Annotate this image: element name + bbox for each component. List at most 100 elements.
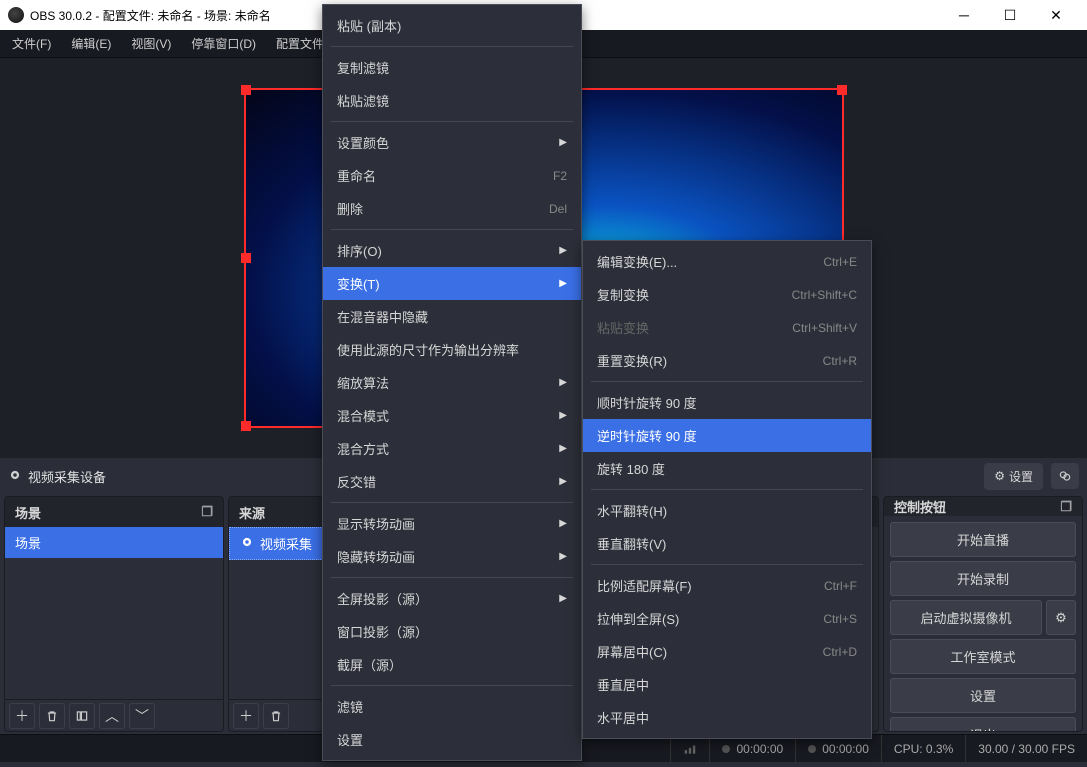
menu-item[interactable]: 使用此源的尺寸作为输出分辨率 [323,333,581,366]
menu-item-shortcut: Ctrl+R [823,354,857,368]
remove-scene-button[interactable] [39,703,65,729]
selected-source-label: 视频采集设备 [8,467,106,486]
close-button[interactable]: ✕ [1033,0,1079,30]
scene-filters-button[interactable] [69,703,95,729]
menu-item[interactable]: 比例适配屏幕(F)Ctrl+F [583,569,871,602]
menu-item[interactable]: 重置变换(R) Ctrl+R [583,344,871,377]
scene-down-button[interactable]: ﹀ [129,703,155,729]
popout-icon[interactable]: ❐ [201,504,213,520]
menu-item[interactable]: 滤镜 [323,690,581,723]
settings-button[interactable]: 设置 [890,678,1076,713]
submenu-arrow-icon: ▶ [559,518,567,529]
menu-item[interactable]: 窗口投影（源） [323,615,581,648]
menu-item[interactable]: 全屏投影（源）▶ [323,582,581,615]
menu-view[interactable]: 视图(V) [123,31,179,56]
resize-handle[interactable] [837,85,847,95]
menu-item-label: 复制滤镜 [337,58,567,77]
menu-item[interactable]: 屏幕居中(C)Ctrl+D [583,635,871,668]
menu-item[interactable]: 变换(T)▶ [323,267,581,300]
menu-item: 粘贴变换 Ctrl+Shift+V [583,311,871,344]
start-recording-button[interactable]: 开始录制 [890,561,1076,596]
menu-separator [331,685,573,686]
maximize-button[interactable]: ☐ [987,0,1033,30]
virtualcam-settings-button[interactable]: ⚙ [1046,600,1076,635]
menu-item[interactable]: 删除Del [323,192,581,225]
menu-item[interactable]: 顺时针旋转 90 度 [583,386,871,419]
source-properties-button[interactable]: ⚙ 设置 [984,463,1043,490]
menu-item-label: 重命名 [337,166,523,185]
menu-item[interactable]: 在混音器中隐藏 [323,300,581,333]
studio-mode-button[interactable]: 工作室模式 [890,639,1076,674]
menu-item[interactable]: 设置颜色▶ [323,126,581,159]
remove-source-button[interactable] [263,703,289,729]
add-source-button[interactable]: ＋ [233,703,259,729]
menu-item-label: 隐藏转场动画 [337,547,539,566]
menu-item[interactable]: 编辑变换(E)...Ctrl+E [583,245,871,278]
menu-item[interactable]: 逆时针旋转 90 度 [583,419,871,452]
controls-header[interactable]: 控制按钮 ❐ [884,497,1082,516]
menu-docks[interactable]: 停靠窗口(D) [183,31,264,56]
menu-item[interactable]: 复制滤镜 [323,51,581,84]
menu-item[interactable]: 拉伸到全屏(S)Ctrl+S [583,602,871,635]
menu-item[interactable]: 重命名F2 [323,159,581,192]
menu-item-label: 变换(T) [337,274,539,293]
source-filters-button[interactable] [1051,463,1079,489]
menu-item[interactable]: 反交错▶ [323,465,581,498]
exit-button[interactable]: 退出 [890,717,1076,732]
scene-up-button[interactable]: ︿ [99,703,125,729]
menu-item-label: 重置变换(R) [597,351,793,370]
scene-item[interactable]: 场景 [5,527,223,558]
controls-title: 控制按钮 [894,497,946,516]
menu-item[interactable]: 旋转 180 度 [583,452,871,485]
menu-item[interactable]: 截屏（源） [323,648,581,681]
submenu-arrow-icon: ▶ [559,137,567,148]
start-streaming-button[interactable]: 开始直播 [890,522,1076,557]
start-virtualcam-button[interactable]: 启动虚拟摄像机 [890,600,1042,635]
menu-item-label: 全屏投影（源） [337,589,539,608]
menu-item[interactable]: 混合方式▶ [323,432,581,465]
menu-item-label: 粘贴 (副本) [337,16,567,35]
add-scene-button[interactable]: ＋ [9,703,35,729]
scenes-panel: 场景 ❐ 场景 ＋ ︿ ﹀ [4,496,224,732]
menu-item-label: 滤镜 [337,697,567,716]
sources-title: 来源 [239,503,265,522]
menu-item[interactable]: 隐藏转场动画 ▶ [323,540,581,573]
menu-item[interactable]: 混合模式 ▶ [323,399,581,432]
popout-icon[interactable]: ❐ [1060,499,1072,515]
menu-item[interactable]: 水平翻转(H) [583,494,871,527]
submenu-arrow-icon: ▶ [559,551,567,562]
menu-item-shortcut: Ctrl+E [823,255,857,269]
menu-item-shortcut: Ctrl+F [824,579,857,593]
menu-item[interactable]: 复制变换Ctrl+Shift+C [583,278,871,311]
scenes-header[interactable]: 场景 ❐ [5,497,223,527]
menu-item-shortcut: Ctrl+S [823,612,857,626]
resize-handle[interactable] [241,253,251,263]
menu-item[interactable]: 水平居中 [583,701,871,734]
menu-item-label: 混合模式 [337,406,539,425]
menu-file[interactable]: 文件(F) [4,31,59,56]
selected-source-text: 视频采集设备 [28,467,106,486]
menu-item-label: 粘贴变换 [597,318,762,337]
menu-item[interactable]: 粘贴滤镜 [323,84,581,117]
controls-panel: 控制按钮 ❐ 开始直播 开始录制 启动虚拟摄像机 ⚙ 工作室模式 设置 退出 [883,496,1083,732]
resize-handle[interactable] [241,85,251,95]
menu-item[interactable]: 粘贴 (副本) [323,9,581,42]
menu-item-label: 垂直居中 [597,675,857,694]
menu-item[interactable]: 缩放算法▶ [323,366,581,399]
menu-item[interactable]: 垂直居中 [583,668,871,701]
menu-separator [331,121,573,122]
menu-item-label: 水平翻转(H) [597,501,857,520]
obs-logo-icon [8,7,24,23]
menu-item[interactable]: 排序(O)▶ [323,234,581,267]
minimize-button[interactable]: ─ [941,0,987,30]
menu-edit[interactable]: 编辑(E) [63,31,119,56]
resize-handle[interactable] [241,421,251,431]
menu-item-shortcut: Ctrl+Shift+V [792,321,857,335]
menu-item-label: 复制变换 [597,285,762,304]
menu-item[interactable]: 垂直翻转(V) [583,527,871,560]
submenu-arrow-icon: ▶ [559,410,567,421]
menu-separator [591,489,863,490]
menu-item[interactable]: 设置 [323,723,581,756]
menu-item[interactable]: 显示转场动画▶ [323,507,581,540]
submenu-arrow-icon: ▶ [559,245,567,256]
